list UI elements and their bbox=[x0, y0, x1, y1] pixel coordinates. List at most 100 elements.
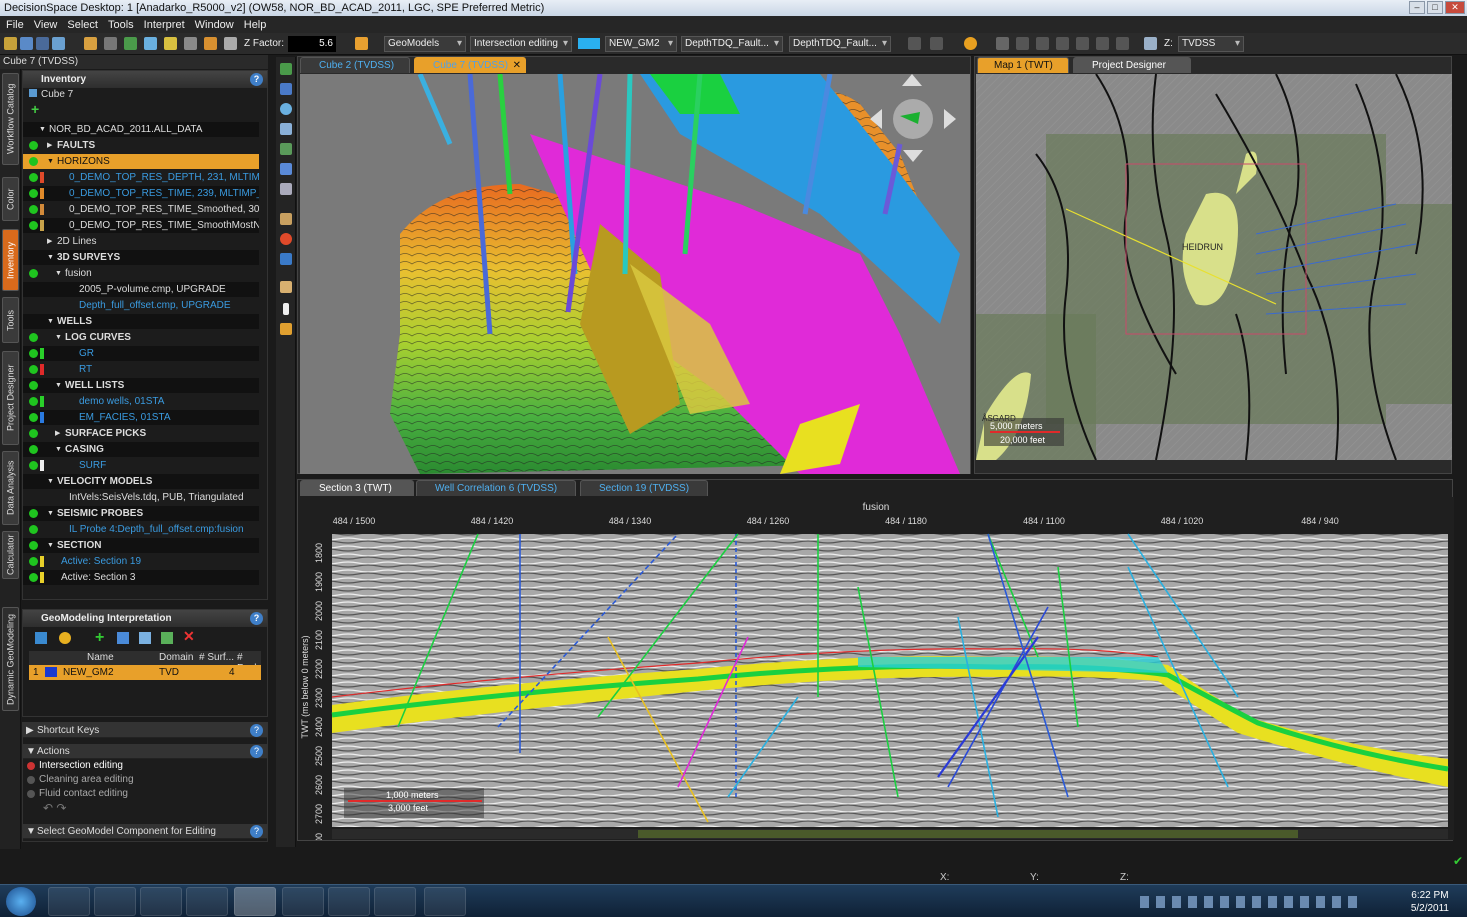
play-icon[interactable] bbox=[1096, 37, 1109, 50]
tree-row[interactable]: ▶ FAULTS bbox=[23, 138, 259, 153]
help-icon[interactable]: ? bbox=[250, 612, 263, 625]
tree-row[interactable]: IL Probe 4:Depth_full_offset.cmp:fusion bbox=[23, 522, 259, 537]
tab-project-designer-view[interactable]: Project Designer bbox=[1073, 57, 1191, 73]
tree-row[interactable]: RT bbox=[23, 362, 259, 377]
save-icon[interactable] bbox=[20, 37, 33, 50]
picture-icon[interactable] bbox=[224, 37, 237, 50]
geomodel-combo[interactable]: NEW_GM2 bbox=[605, 36, 677, 52]
visibility-dot-icon[interactable] bbox=[29, 413, 38, 422]
package-icon[interactable] bbox=[204, 37, 217, 50]
collapsed-arrow-icon[interactable]: ▶ bbox=[47, 138, 52, 153]
cube-icon[interactable] bbox=[184, 37, 197, 50]
help-icon[interactable]: ? bbox=[250, 825, 263, 838]
excel-app[interactable] bbox=[328, 887, 370, 916]
expanded-arrow-icon[interactable]: ▼ bbox=[55, 442, 62, 457]
visibility-dot-icon[interactable] bbox=[29, 557, 38, 566]
tree-row[interactable]: demo wells, 01STA bbox=[23, 394, 259, 409]
tree-row[interactable]: Active: Section 19 bbox=[23, 554, 259, 569]
menu-select[interactable]: Select bbox=[67, 19, 98, 31]
maximize-button[interactable]: □ bbox=[1427, 1, 1443, 14]
copy-icon[interactable] bbox=[139, 632, 151, 644]
tree-row[interactable]: EM_FACIES, 01STA bbox=[23, 410, 259, 425]
visibility-dot-icon[interactable] bbox=[29, 141, 38, 150]
help-icon[interactable]: ? bbox=[250, 724, 263, 737]
last-frame-icon[interactable] bbox=[1116, 37, 1129, 50]
close-tab-icon[interactable]: ✕ bbox=[513, 58, 521, 74]
communicator-app[interactable] bbox=[282, 887, 324, 916]
explorer-app[interactable] bbox=[48, 887, 90, 916]
tab-workflow-catalog[interactable]: Workflow Catalog bbox=[2, 73, 19, 165]
cleaning-area-radio[interactable]: Cleaning area editing bbox=[23, 773, 267, 787]
pencil-icon[interactable] bbox=[280, 323, 292, 335]
expanded-arrow-icon[interactable]: ▼ bbox=[47, 474, 54, 489]
pause-icon[interactable] bbox=[1056, 37, 1069, 50]
visibility-dot-icon[interactable] bbox=[29, 429, 38, 438]
clock[interactable]: 6:22 PM 5/2/2011 bbox=[1411, 889, 1449, 915]
fault-combo-2[interactable]: DepthTDQ_Fault... bbox=[789, 36, 891, 52]
tab-data-analysis[interactable]: Data Analysis bbox=[2, 451, 19, 525]
visibility-dot-icon[interactable] bbox=[29, 381, 38, 390]
tree-row[interactable]: IntVels:SeisVels.tdq, PUB, Triangulated bbox=[23, 490, 259, 505]
browser-app[interactable] bbox=[424, 887, 466, 916]
tree-row[interactable]: ▶ 2D Lines bbox=[23, 234, 259, 249]
tree-row[interactable]: ▼ CASING bbox=[23, 442, 259, 457]
target-icon[interactable] bbox=[280, 233, 292, 245]
visibility-dot-icon[interactable] bbox=[29, 525, 38, 534]
section-icon[interactable] bbox=[144, 37, 157, 50]
visibility-dot-icon[interactable] bbox=[29, 397, 38, 406]
visibility-dot-icon[interactable] bbox=[29, 573, 38, 582]
tab-dynamic-geomodeling[interactable]: Dynamic GeoModeling bbox=[2, 607, 19, 711]
expanded-arrow-icon[interactable]: ▼ bbox=[47, 506, 54, 521]
geomodels-combo[interactable]: GeoModels bbox=[384, 36, 466, 52]
tree-row[interactable]: ▼ 3D SURVEYS bbox=[23, 250, 259, 265]
hand-icon[interactable] bbox=[280, 281, 292, 293]
visibility-dot-icon[interactable] bbox=[29, 509, 38, 518]
tree-row[interactable]: ▼ LOG CURVES bbox=[23, 330, 259, 345]
tree-row[interactable]: ▼ fusion bbox=[23, 266, 259, 281]
tree-row[interactable]: Active: Section 3 bbox=[23, 570, 259, 585]
fault-combo-1[interactable]: DepthTDQ_Fault... bbox=[681, 36, 783, 52]
tab-color[interactable]: Color bbox=[2, 177, 19, 221]
visibility-dot-icon[interactable] bbox=[29, 461, 38, 470]
outlook-app[interactable] bbox=[374, 887, 416, 916]
z-domain-combo[interactable]: TVDSS bbox=[1178, 36, 1244, 52]
tree-row[interactable]: Depth_full_offset.cmp, UPGRADE bbox=[23, 298, 259, 313]
delete-icon[interactable]: ✕ bbox=[183, 628, 195, 645]
visibility-dot-icon[interactable] bbox=[29, 189, 38, 198]
actions-header[interactable]: ▼ Actions ? bbox=[23, 744, 267, 759]
section-viewport[interactable]: fusion 484 / 1500 484 / 1420 484 / 1340 484… bbox=[298, 497, 1454, 840]
map-viewport[interactable]: HEIDRUN ÅSGARD 5,000 meters 20,000 feet bbox=[976, 74, 1452, 460]
visibility-dot-icon[interactable] bbox=[29, 221, 38, 230]
tab-section-3[interactable]: Section 3 (TWT) bbox=[300, 480, 414, 496]
refresh-icon[interactable] bbox=[161, 632, 173, 644]
save-icon[interactable] bbox=[117, 632, 129, 644]
expanded-arrow-icon[interactable]: ▼ bbox=[39, 122, 46, 137]
visibility-dot-icon[interactable] bbox=[29, 157, 38, 166]
tree-row[interactable]: 0_DEMO_TOP_RES_TIME, 239, MLTIMP_CO bbox=[23, 186, 259, 201]
tab-inventory[interactable]: Inventory bbox=[2, 229, 19, 291]
add-icon[interactable]: + bbox=[23, 102, 267, 118]
fluid-contact-radio[interactable]: Fluid contact editing bbox=[23, 787, 267, 801]
vertical-icon[interactable] bbox=[1144, 37, 1157, 50]
menu-view[interactable]: View bbox=[34, 19, 58, 31]
minimize-button[interactable]: – bbox=[1409, 1, 1425, 14]
zfactor-input[interactable]: 5.6 bbox=[288, 36, 336, 52]
tab-section-19[interactable]: Section 19 (TVDSS) bbox=[580, 480, 708, 496]
section-icon[interactable] bbox=[280, 83, 292, 95]
tab-tools[interactable]: Tools bbox=[2, 297, 19, 343]
filezilla-app[interactable] bbox=[140, 887, 182, 916]
redo-icon[interactable] bbox=[930, 37, 943, 50]
visibility-dot-icon[interactable] bbox=[29, 269, 38, 278]
tree-row[interactable]: SURF bbox=[23, 458, 259, 473]
map-icon[interactable] bbox=[124, 37, 137, 50]
zoom-icon[interactable] bbox=[280, 123, 292, 135]
visibility-dot-icon[interactable] bbox=[29, 365, 38, 374]
tree-row[interactable]: ▼ SEISMIC PROBES bbox=[23, 506, 259, 521]
start-button[interactable] bbox=[6, 887, 36, 916]
expanded-arrow-icon[interactable]: ▼ bbox=[55, 378, 62, 393]
editing-mode-combo[interactable]: Intersection editing bbox=[470, 36, 572, 52]
shortcut-keys-header[interactable]: ▶ Shortcut Keys ? bbox=[23, 723, 267, 738]
cube-icon[interactable] bbox=[280, 163, 292, 175]
visibility-dot-icon[interactable] bbox=[29, 541, 38, 550]
help-icon[interactable]: ? bbox=[250, 745, 263, 758]
